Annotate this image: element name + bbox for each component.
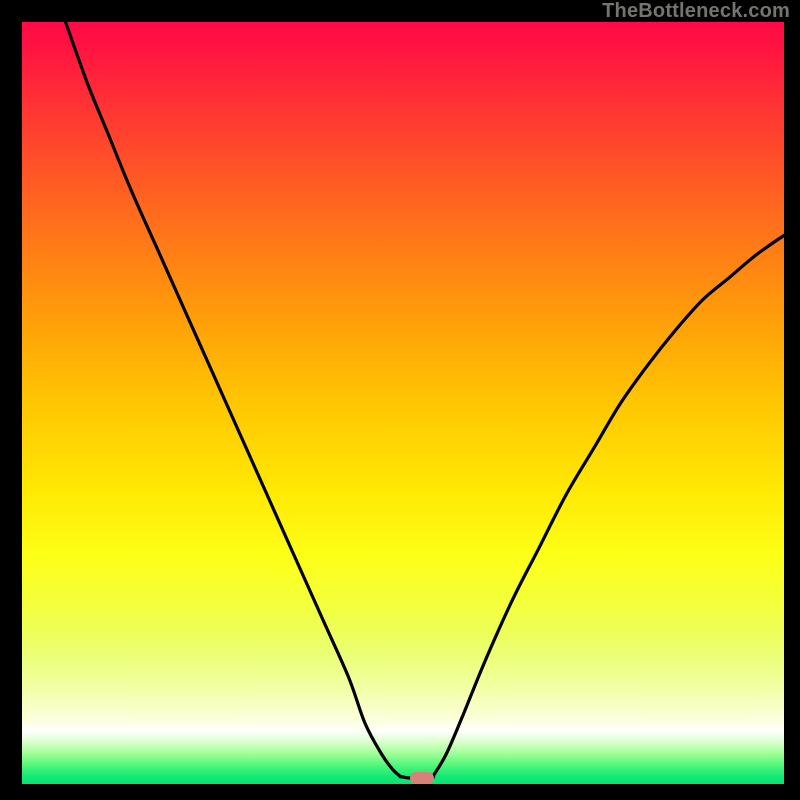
chart-stage: TheBottleneck.com bbox=[0, 0, 800, 800]
optimum-marker bbox=[410, 772, 434, 784]
plot-area bbox=[22, 22, 784, 784]
watermark-text: TheBottleneck.com bbox=[602, 0, 790, 23]
bottleneck-curve bbox=[22, 22, 784, 784]
curve-path bbox=[66, 22, 785, 778]
